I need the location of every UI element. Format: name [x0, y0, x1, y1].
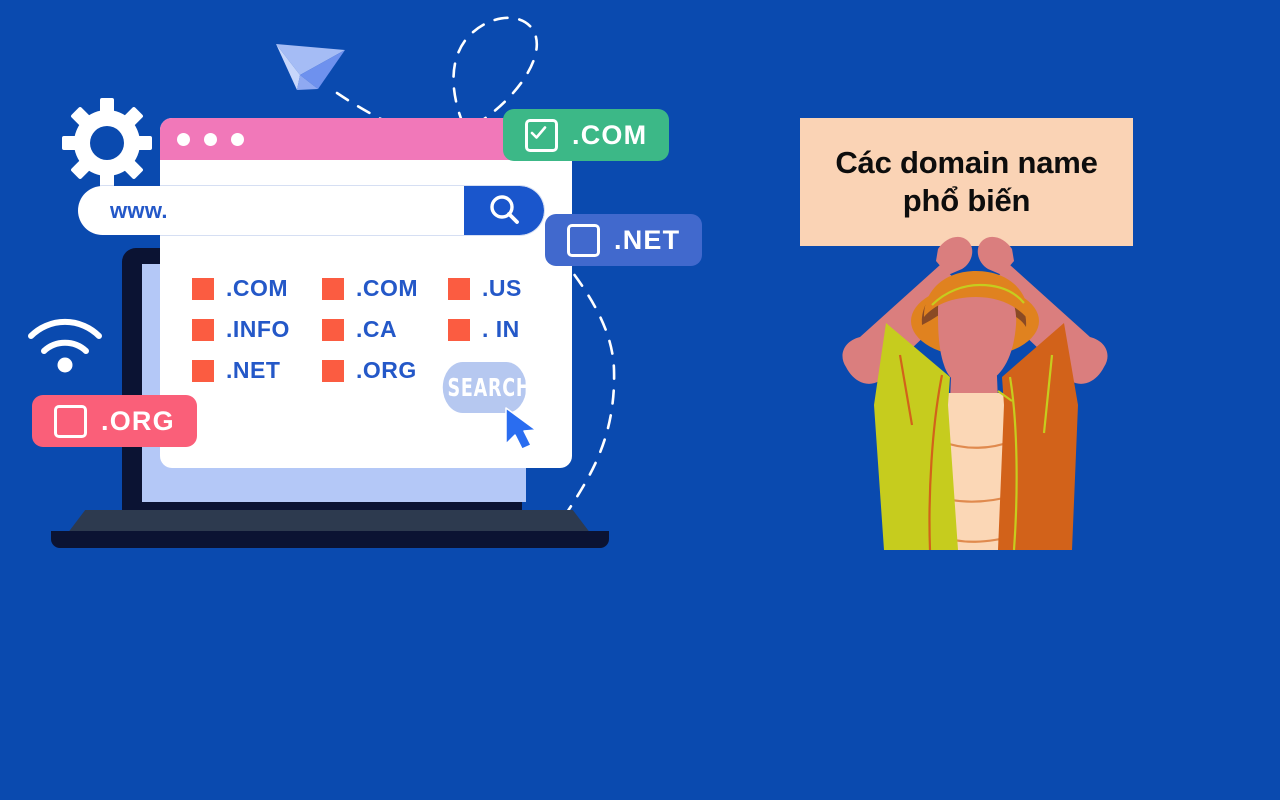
illustration-canvas: www. .COM .COM .US .INFO .CA . IN .NET .…: [0, 0, 1280, 800]
domain-swatch-icon: [448, 318, 470, 341]
domain-item[interactable]: .ORG: [322, 357, 448, 384]
domain-swatch-icon: [322, 277, 344, 300]
domain-label: .ORG: [356, 357, 417, 383]
person-illustration: [842, 236, 1108, 550]
checkbox-empty-icon: [567, 223, 600, 257]
tag-net[interactable]: .NET: [545, 214, 703, 266]
tag-org[interactable]: .ORG: [32, 395, 197, 447]
domain-item[interactable]: .COM: [192, 275, 322, 302]
search-submit-button[interactable]: [464, 186, 544, 235]
tag-label: .NET: [614, 224, 681, 255]
domain-item[interactable]: .NET: [192, 357, 322, 384]
magnifier-icon: [490, 195, 519, 224]
domain-item[interactable]: .US: [448, 275, 544, 302]
domain-swatch-icon: [192, 318, 214, 341]
domain-swatch-icon: [192, 359, 214, 382]
search-bar[interactable]: www.: [78, 186, 544, 235]
search-input[interactable]: www.: [110, 198, 168, 224]
tag-label: .COM: [572, 119, 648, 150]
domain-swatch-icon: [322, 318, 344, 341]
checkbox-checked-icon: [525, 118, 558, 152]
domain-label: . IN: [482, 316, 520, 342]
window-dot-1[interactable]: [177, 133, 190, 146]
checkbox-empty-icon: [54, 404, 87, 438]
person-jacket-right: [998, 323, 1078, 550]
domain-item[interactable]: .INFO: [192, 316, 322, 343]
domain-item[interactable]: .CA: [322, 316, 448, 343]
window-dot-2[interactable]: [204, 133, 217, 146]
banner-line-1: Các domain name: [835, 145, 1098, 181]
domain-item[interactable]: . IN: [448, 316, 544, 343]
domain-label: .COM: [356, 275, 419, 301]
domain-label: .CA: [356, 316, 398, 342]
tag-com[interactable]: .COM: [503, 109, 670, 161]
search-button[interactable]: SEARCH: [442, 362, 531, 413]
laptop-base-bottom: [51, 531, 609, 548]
tag-label: .ORG: [101, 405, 175, 436]
domain-label: .COM: [226, 275, 289, 301]
domain-swatch-icon: [322, 359, 344, 382]
domain-item[interactable]: .COM: [322, 275, 448, 302]
window-dot-3[interactable]: [231, 133, 244, 146]
domain-label: .INFO: [226, 316, 290, 342]
domain-swatch-icon: [448, 277, 470, 300]
domain-label: .NET: [226, 357, 281, 383]
domain-swatch-icon: [192, 277, 214, 300]
domain-label: .US: [482, 275, 522, 301]
